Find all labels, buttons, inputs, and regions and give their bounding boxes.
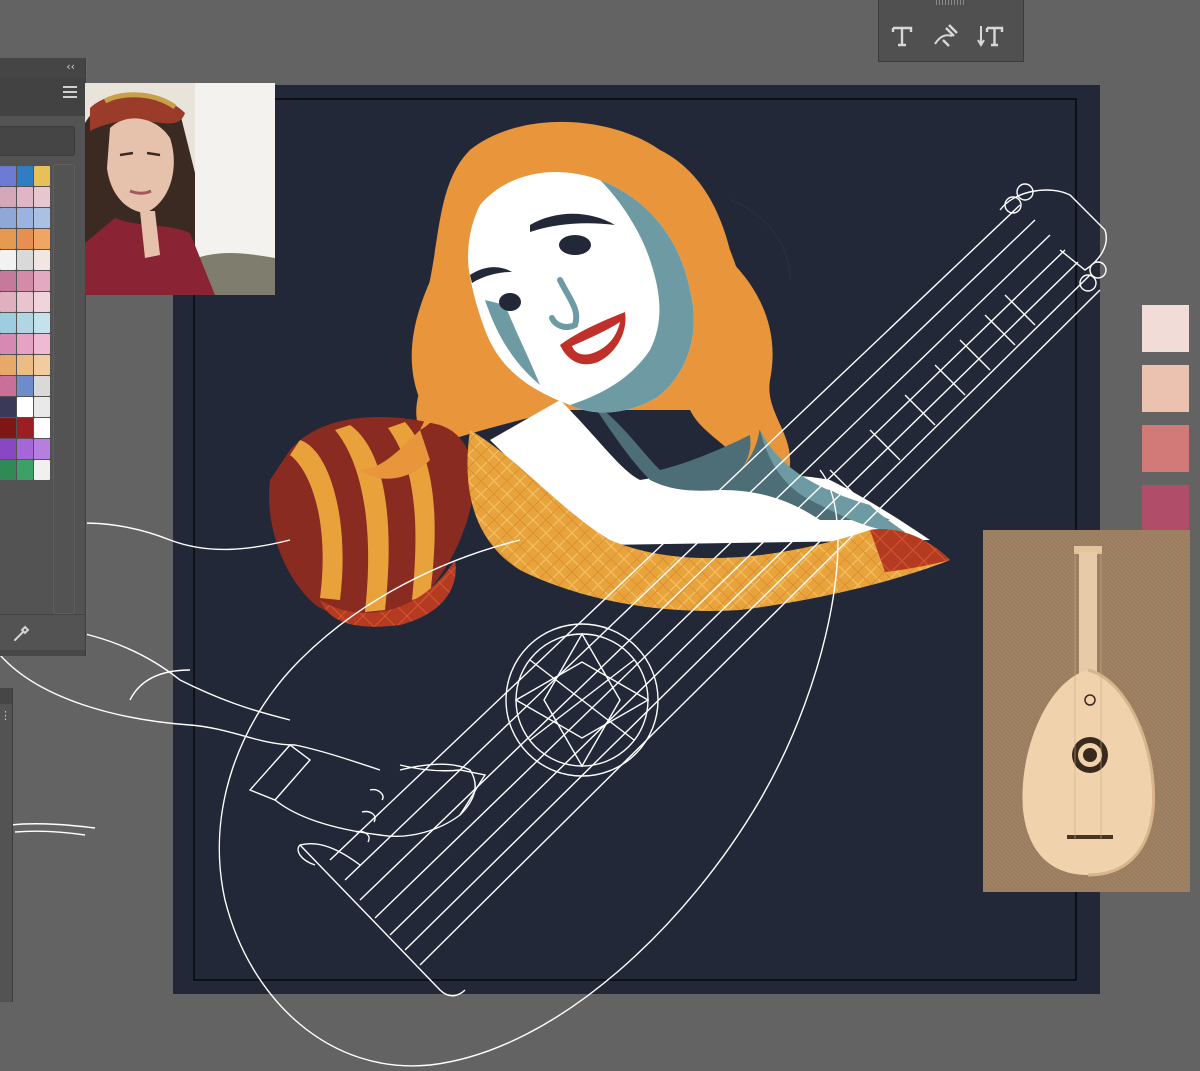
swatch[interactable]: [0, 376, 16, 396]
swatch[interactable]: [34, 187, 50, 207]
swatch[interactable]: [17, 418, 33, 438]
vertical-type-tool-icon[interactable]: [973, 22, 1007, 56]
swatch[interactable]: [17, 334, 33, 354]
swatch[interactable]: [0, 208, 16, 228]
swatch[interactable]: [34, 418, 50, 438]
swatch-search-field[interactable]: [0, 126, 75, 156]
swatch[interactable]: [17, 271, 33, 291]
swatch[interactable]: [34, 271, 50, 291]
eyedropper-icon[interactable]: [13, 624, 31, 642]
color-chip[interactable]: [1142, 305, 1189, 352]
swatch[interactable]: [34, 250, 50, 270]
toolbar-grip[interactable]: [936, 0, 966, 5]
secondary-panel[interactable]: ⋮: [0, 688, 13, 1002]
panel-collapse-button[interactable]: ‹‹: [0, 58, 85, 78]
swatch[interactable]: [0, 250, 16, 270]
swatch[interactable]: [17, 250, 33, 270]
swatch[interactable]: [34, 292, 50, 312]
swatch[interactable]: [34, 208, 50, 228]
swatch[interactable]: [0, 355, 16, 375]
swatch[interactable]: [34, 397, 50, 417]
swatch[interactable]: [17, 166, 33, 186]
hamburger-menu-icon[interactable]: [63, 86, 77, 98]
reference-photo-lute[interactable]: [983, 530, 1190, 892]
swatch[interactable]: [17, 313, 33, 333]
swatch[interactable]: [17, 355, 33, 375]
swatch[interactable]: [17, 229, 33, 249]
swatch[interactable]: [0, 334, 16, 354]
color-chip[interactable]: [1142, 485, 1189, 532]
swatch-grid[interactable]: [0, 166, 50, 480]
type-tool-icon[interactable]: [885, 22, 919, 56]
swatch[interactable]: [17, 397, 33, 417]
swatch[interactable]: [0, 187, 16, 207]
swatch[interactable]: [17, 292, 33, 312]
swatch[interactable]: [17, 208, 33, 228]
swatch[interactable]: [17, 187, 33, 207]
panel-tab-bar: [0, 78, 85, 116]
swatch[interactable]: [34, 376, 50, 396]
swatch[interactable]: [0, 397, 16, 417]
color-chip[interactable]: [1142, 365, 1189, 412]
swatch[interactable]: [34, 334, 50, 354]
swatch[interactable]: [34, 229, 50, 249]
swatch[interactable]: [0, 271, 16, 291]
swatch[interactable]: [0, 418, 16, 438]
panel-menu-icon[interactable]: ⋮: [0, 710, 11, 721]
eye-right: [559, 235, 591, 255]
swatches-panel[interactable]: ‹‹: [0, 58, 86, 656]
swatch[interactable]: [0, 439, 16, 459]
type-on-path-tool-icon[interactable]: [929, 22, 963, 56]
swatch[interactable]: [0, 292, 16, 312]
swatch[interactable]: [34, 313, 50, 333]
panel-footer: [0, 650, 85, 656]
secondary-panel-header: [0, 688, 12, 704]
type-toolbar: [878, 0, 1024, 62]
swatch[interactable]: [17, 439, 33, 459]
swatch[interactable]: [0, 229, 16, 249]
eye-left: [499, 293, 521, 311]
swatch[interactable]: [17, 460, 33, 480]
swatch[interactable]: [0, 166, 16, 186]
swatch[interactable]: [34, 460, 50, 480]
panel-scrollbar[interactable]: [53, 164, 75, 614]
panel-bottom-bar: [0, 614, 85, 655]
swatch[interactable]: [34, 439, 50, 459]
swatch[interactable]: [17, 376, 33, 396]
swatch[interactable]: [34, 355, 50, 375]
swatch[interactable]: [0, 460, 16, 480]
swatch[interactable]: [34, 166, 50, 186]
color-chip[interactable]: [1142, 425, 1189, 472]
swatch[interactable]: [0, 313, 16, 333]
reference-photo-portrait[interactable]: [85, 83, 275, 295]
